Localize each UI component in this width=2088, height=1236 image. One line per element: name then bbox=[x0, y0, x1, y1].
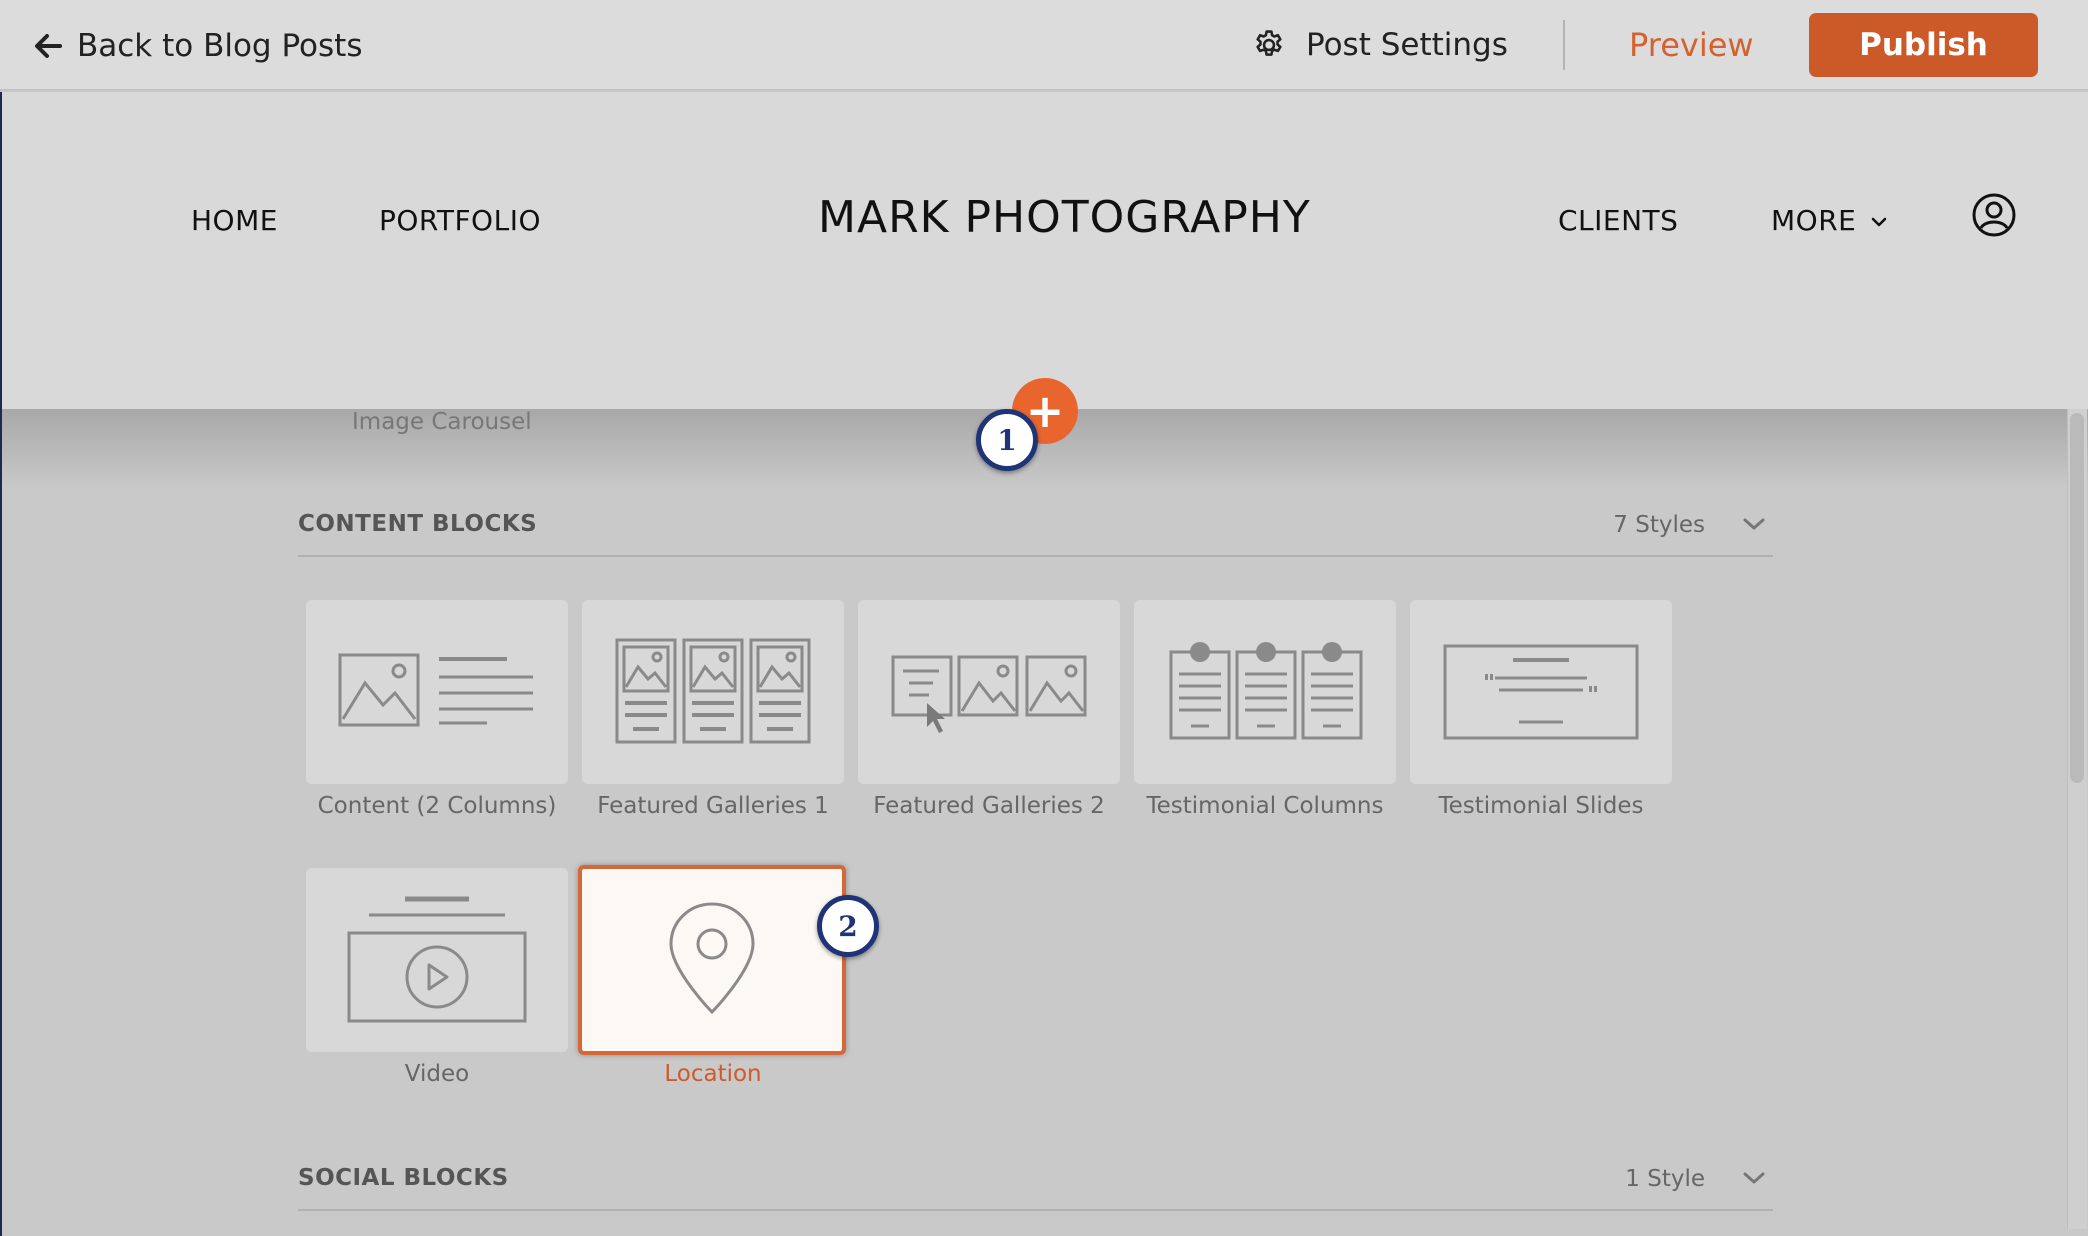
user-account-icon[interactable] bbox=[1971, 192, 2017, 238]
block-tile-content-2-columns[interactable] bbox=[306, 600, 568, 784]
nav-item-home[interactable]: HOME bbox=[191, 204, 278, 237]
chevron-down-icon[interactable] bbox=[1741, 513, 1767, 535]
block-tile-featured-galleries-2[interactable] bbox=[858, 600, 1120, 784]
gear-icon bbox=[1256, 30, 1282, 56]
panel-scrollbar-thumb[interactable] bbox=[2070, 413, 2084, 783]
testimonial-slides-icon bbox=[1443, 644, 1639, 740]
content-blocks-header[interactable]: CONTENT BLOCKS 7 Styles bbox=[298, 507, 1773, 557]
back-link-label: Back to Blog Posts bbox=[77, 28, 363, 64]
block-label-selected: Location bbox=[664, 1061, 762, 1087]
block-label: Testimonial Columns bbox=[1146, 793, 1384, 819]
site-header-preview: HOME PORTFOLIO MARK PHOTOGRAPHY CLIENTS … bbox=[0, 92, 2088, 409]
nav-item-more[interactable]: MORE bbox=[1771, 204, 1888, 237]
block-tile-location[interactable] bbox=[578, 865, 846, 1055]
section-style-count: 7 Styles bbox=[1613, 512, 1705, 538]
site-title: MARK PHOTOGRAPHY bbox=[818, 192, 1311, 243]
testimonial-columns-icon bbox=[1169, 642, 1363, 740]
section-style-count: 1 Style bbox=[1625, 1166, 1705, 1192]
back-to-blog-posts-link[interactable]: Back to Blog Posts bbox=[33, 25, 362, 67]
block-tile-testimonial-slides[interactable] bbox=[1410, 600, 1672, 784]
post-settings-button[interactable]: Post Settings bbox=[1252, 24, 1508, 66]
block-label: Featured Galleries 2 bbox=[873, 793, 1105, 819]
block-label: Testimonial Slides bbox=[1438, 793, 1644, 819]
section-title: SOCIAL BLOCKS bbox=[298, 1165, 509, 1191]
map-pin-icon bbox=[669, 902, 755, 1015]
block-tile-testimonial-columns[interactable] bbox=[1134, 600, 1396, 784]
chevron-down-icon bbox=[1871, 217, 1886, 227]
chevron-down-icon[interactable] bbox=[1741, 1167, 1767, 1189]
block-tile-video[interactable] bbox=[306, 868, 568, 1052]
social-blocks-header[interactable]: SOCIAL BLOCKS 1 Style bbox=[298, 1161, 1773, 1211]
block-label: Video bbox=[404, 1061, 470, 1087]
nav-more-label: MORE bbox=[1771, 204, 1857, 237]
preview-button[interactable]: Preview bbox=[1629, 24, 1754, 66]
section-title: CONTENT BLOCKS bbox=[298, 511, 538, 537]
block-tile-featured-galleries-1[interactable] bbox=[582, 600, 844, 784]
post-settings-label: Post Settings bbox=[1306, 27, 1508, 63]
topbar-divider bbox=[1563, 20, 1565, 70]
arrow-left-icon bbox=[35, 34, 62, 58]
nav-item-portfolio[interactable]: PORTFOLIO bbox=[379, 204, 541, 237]
image-carousel-label: Image Carousel bbox=[352, 409, 532, 435]
featured-galleries-2-icon bbox=[891, 655, 1087, 733]
block-label: Featured Galleries 1 bbox=[597, 793, 829, 819]
step-badge-2: 2 bbox=[817, 895, 879, 957]
block-picker-panel: Image Carousel CONTENT BLOCKS 7 Styles C… bbox=[0, 409, 2088, 1236]
publish-button[interactable]: Publish bbox=[1809, 13, 2038, 77]
featured-galleries-1-icon bbox=[615, 638, 811, 744]
content-columns-icon bbox=[338, 653, 533, 727]
block-label: Content (2 Columns) bbox=[317, 793, 557, 819]
step-badge-1: 1 bbox=[976, 409, 1038, 471]
editor-topbar: Back to Blog Posts Post Settings Preview… bbox=[0, 0, 2088, 91]
video-icon bbox=[347, 896, 527, 1023]
nav-item-clients[interactable]: CLIENTS bbox=[1558, 204, 1678, 237]
